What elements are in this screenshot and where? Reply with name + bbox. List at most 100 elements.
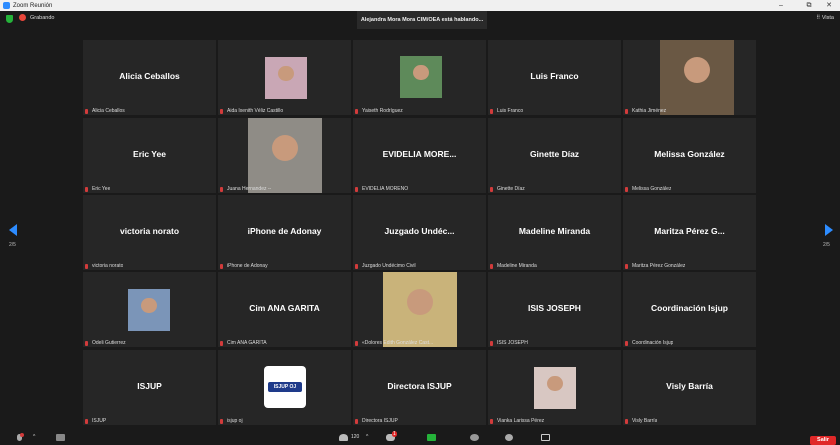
participant-name-label: iPhone de Adonay [220,263,268,269]
participant-tile[interactable]: Yaiseth Rodríguez [353,40,486,115]
participant-video [128,289,170,331]
mic-muted-icon [85,418,88,424]
participant-tile[interactable]: Juana Hernandez -- [218,118,351,193]
participant-name-label: Visly Barría [625,418,657,424]
participant-name: Luis Franco [497,108,524,114]
mic-muted-icon [625,340,628,346]
participants-icon[interactable] [339,434,348,441]
mic-muted-icon [490,418,493,424]
page-indicator-left: 2/5 [9,242,16,248]
participant-name: Coordinación Isjup [632,340,674,346]
participant-name-label: Juana Hernandez -- [220,186,271,192]
mic-muted-icon [220,186,223,192]
participant-tile[interactable]: victoria norato victoria norato [83,195,216,270]
participant-tile[interactable]: Ginette Díaz Ginette Díaz [488,118,621,193]
participant-name: iPhone de Adonay [227,263,268,269]
participant-name-label: EVIDELIA MORENO [355,186,408,192]
participant-display-name: Visly Barría [666,381,713,391]
person-avatar-icon [141,298,157,314]
participant-tile[interactable]: Juzgado Undéc... Juzgado Undécimo Civil [353,195,486,270]
page-indicator-right: 2/5 [823,242,830,248]
participant-tile[interactable]: Coordinación Isjup Coordinación Isjup [623,272,756,347]
next-page-arrow-icon[interactable] [825,224,833,236]
participant-tile[interactable]: ISJUP OJ isjup oj [218,350,351,425]
mic-muted-icon [220,340,223,346]
record-icon [19,14,26,21]
share-screen-icon[interactable] [427,434,436,441]
participant-display-name: Coordinación Isjup [651,303,728,313]
participant-video [660,40,734,115]
participant-name-label: Eric Yee [85,186,110,192]
recording-indicator[interactable]: Grabando [19,14,54,21]
mic-muted-icon [490,108,493,114]
participant-tile[interactable]: ISIS JOSEPH ISIS JOSEPH [488,272,621,347]
mic-muted-icon [490,186,493,192]
mic-muted-icon [355,186,358,192]
mic-muted-icon [220,108,223,114]
person-avatar-icon [271,134,299,162]
person-avatar-icon [683,56,711,84]
participant-name-label: Aida Ixenith Véliz Castillo [220,108,283,114]
participant-name: Odeli Gutierrez [92,340,126,346]
participant-video [383,272,457,347]
minimize-button[interactable]: – [770,0,792,11]
participant-name-label: Kathia Jiménez [625,108,666,114]
participant-tile[interactable]: Madeline Miranda Madeline Miranda [488,195,621,270]
participant-name-label: Vianka Larissa Pérez [490,418,544,424]
participant-tile[interactable]: Visly Barría Visly Barría [623,350,756,425]
participant-tile[interactable]: Alicia Ceballos Alicia Ceballos [83,40,216,115]
participant-display-name: Maritza Pérez G... [654,226,725,236]
participants-chevron-icon[interactable]: ^ [366,434,368,440]
participant-display-name: iPhone de Adonay [247,226,322,236]
participant-name-label: ISJUP [85,418,106,424]
participant-video [400,56,442,98]
participant-display-name: Juzgado Undéc... [384,226,455,236]
participant-tile[interactable]: Maritza Pérez G... Maritza Pérez González [623,195,756,270]
mic-muted-icon [355,263,358,269]
reactions-icon[interactable] [505,434,513,441]
participant-display-name: EVIDELIA MORE... [382,149,457,159]
participant-tile[interactable]: ISJUP ISJUP [83,350,216,425]
participant-tile[interactable]: Aida Ixenith Véliz Castillo [218,40,351,115]
participant-name-label: Juzgado Undécimo Civil [355,263,416,269]
participant-tile[interactable]: Vianka Larissa Pérez [488,350,621,425]
participant-name: Directora ISJUP [362,418,398,424]
participant-tile[interactable]: iPhone de Adonay iPhone de Adonay [218,195,351,270]
participant-tile[interactable]: Melissa González Melissa González [623,118,756,193]
fullscreen-icon[interactable] [541,434,550,441]
participant-tile[interactable]: Luis Franco Luis Franco [488,40,621,115]
participant-name: Kathia Jiménez [632,108,667,114]
stop-video-icon[interactable] [56,434,65,441]
active-speaker-banner: Alejandra Mora Mora CIM/OEA está habland… [357,11,487,29]
maximize-button[interactable]: ⧉ [798,0,820,11]
view-button[interactable]: ⠿ Vista [816,15,834,21]
record-button-icon[interactable] [470,434,479,441]
participant-name-label: Ginette Díaz [490,186,525,192]
close-button[interactable]: ✕ [818,0,840,11]
participant-display-name: Melissa González [654,149,725,159]
participant-tile[interactable]: EVIDELIA MORE... EVIDELIA MORENO [353,118,486,193]
meeting-toolbar [0,430,840,445]
participant-tile[interactable]: Odeli Gutierrez [83,272,216,347]
participant-name-label: isjup oj [220,418,243,424]
mic-muted-icon [85,340,88,346]
participant-video [534,367,576,409]
participant-name: Juzgado Undécimo Civil [362,263,416,269]
participant-tile[interactable]: Eric Yee Eric Yee [83,118,216,193]
participant-video [265,57,307,99]
previous-page-arrow-icon[interactable] [9,224,17,236]
participant-name: «Dolores Edith González Cast... [362,340,434,346]
participant-name: Cim ANA GARITA [227,340,267,346]
participant-tile[interactable]: «Dolores Edith González Cast... [353,272,486,347]
participant-tile[interactable]: Directora ISJUP Directora ISJUP [353,350,486,425]
audio-options-chevron-icon[interactable]: ^ [33,434,35,440]
participant-tile[interactable]: Cim ANA GARITA Cim ANA GARITA [218,272,351,347]
participant-name-label: Madeline Miranda [490,263,537,269]
participant-tile[interactable]: Kathia Jiménez [623,40,756,115]
participant-name-label: Odeli Gutierrez [85,340,126,346]
participant-name: Alicia Ceballos [92,108,125,114]
leave-button[interactable]: Salir [810,436,836,445]
security-shield-icon[interactable] [6,15,13,23]
participant-name: isjup oj [227,418,243,424]
person-avatar-icon [413,65,429,81]
